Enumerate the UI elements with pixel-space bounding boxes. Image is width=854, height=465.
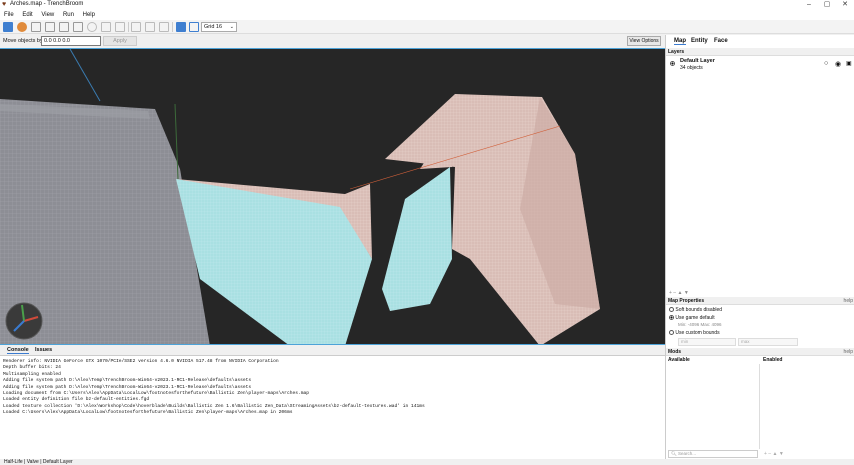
inspector-panel: Map Entity Face Layers Default Layer 34 … xyxy=(665,35,854,459)
available-mods-list[interactable] xyxy=(666,364,760,449)
help-link[interactable]: help xyxy=(844,348,853,356)
close-button[interactable]: ✕ xyxy=(836,0,854,10)
menu-bar: File Edit View Run Help xyxy=(0,10,854,20)
menu-edit[interactable]: Edit xyxy=(22,10,32,20)
grid-size-value: Grid 16 xyxy=(204,24,223,30)
flip-vertical-icon[interactable] xyxy=(159,22,169,32)
move-objects-input[interactable]: 0.0 0.0 0.0 xyxy=(41,36,101,46)
title-bar: ♥ Arches.map - TrenchBroom – ▢ ✕ xyxy=(0,0,854,10)
radio-icon xyxy=(669,307,674,313)
visibility-icon[interactable]: ◉ xyxy=(835,60,841,68)
chevron-down-icon: ⌄ xyxy=(229,24,234,30)
soft-bounds-disabled-option[interactable]: Soft bounds disabled xyxy=(669,307,722,313)
menu-help[interactable]: Help xyxy=(83,10,95,20)
radio-icon xyxy=(669,315,674,321)
help-link[interactable]: help xyxy=(844,297,853,305)
select-tool-icon[interactable] xyxy=(3,22,13,32)
map-properties-header: Map Properties help xyxy=(666,297,854,305)
option-label: Soft bounds disabled xyxy=(675,307,723,313)
menu-file[interactable]: File xyxy=(4,10,14,20)
min-bounds-input[interactable]: min xyxy=(678,338,736,346)
shear-tool-icon[interactable] xyxy=(115,22,125,32)
rotate-tool-icon[interactable] xyxy=(87,22,97,32)
menu-view[interactable]: View xyxy=(41,10,54,20)
available-mods-header: Available xyxy=(668,357,690,363)
texture-lock-icon[interactable] xyxy=(176,22,186,32)
cyan-pillar-brush xyxy=(382,167,452,311)
game-default-bounds: Min: -4096 Max: 4096 xyxy=(678,322,722,327)
view-options-button[interactable]: View Options xyxy=(627,36,661,46)
layer-row[interactable]: Default Layer 34 objects ○ ◉ ▣ xyxy=(666,57,854,73)
brush-tool-icon[interactable] xyxy=(17,22,27,32)
tab-console[interactable]: Console xyxy=(7,347,29,354)
option-label: Use game default xyxy=(675,315,715,321)
layer-controls[interactable]: + – ▲ ▼ xyxy=(669,290,689,296)
layer-object-count: 34 objects xyxy=(680,65,703,71)
max-bounds-input[interactable]: max xyxy=(738,338,798,346)
tab-map[interactable]: Map xyxy=(674,38,686,45)
layer-name: Default Layer xyxy=(680,58,715,64)
use-game-default-option[interactable]: Use game default xyxy=(669,315,715,321)
grid-size-select[interactable]: Grid 16 ⌄ xyxy=(201,22,237,32)
lock-icon[interactable]: ▣ xyxy=(846,60,852,67)
mod-controls[interactable]: + – ▲ ▼ xyxy=(764,451,784,457)
tab-face[interactable]: Face xyxy=(714,38,728,44)
console-tabs: Console Issues xyxy=(0,346,665,356)
lock-toggle-icon[interactable]: ○ xyxy=(824,60,828,67)
face-tool-icon[interactable] xyxy=(73,22,83,32)
enabled-mods-header: Enabled xyxy=(763,357,783,363)
layers-header: Layers xyxy=(666,48,854,56)
app-icon: ♥ xyxy=(2,1,7,8)
duplicate-icon[interactable] xyxy=(131,22,141,32)
status-bar: Half-Life | Valve | Default Layer xyxy=(0,459,854,465)
viewport-scene xyxy=(0,49,600,344)
move-objects-label: Move objects by xyxy=(3,38,43,44)
uv-lock-icon[interactable] xyxy=(189,22,199,32)
active-layer-radio[interactable] xyxy=(670,61,675,66)
clip-tool-icon[interactable] xyxy=(31,22,41,32)
minimize-button[interactable]: – xyxy=(800,0,818,10)
console-line: Loaded C:\Users\Alex\AppData\LocalLow\fo… xyxy=(3,410,293,416)
use-custom-bounds-option[interactable]: Use custom bounds xyxy=(669,330,720,336)
window-title: Arches.map - TrenchBroom xyxy=(10,1,84,7)
axis-line xyxy=(69,49,101,102)
apply-button[interactable]: Apply xyxy=(103,36,137,46)
enabled-mods-list[interactable] xyxy=(761,364,854,449)
tab-entity[interactable]: Entity xyxy=(691,38,708,44)
tab-issues[interactable]: Issues xyxy=(35,347,52,353)
maximize-button[interactable]: ▢ xyxy=(818,0,836,10)
toolbar-separator xyxy=(128,22,129,32)
map-properties-title: Map Properties xyxy=(668,298,705,304)
scale-tool-icon[interactable] xyxy=(101,22,111,32)
radio-icon xyxy=(669,330,674,336)
toolbar-separator xyxy=(172,22,173,32)
toolbar: Grid 16 ⌄ xyxy=(0,20,854,34)
option-label: Use custom bounds xyxy=(675,330,720,336)
console-output: Renderer info: NVIDIA GeForce GTX 1070/P… xyxy=(0,356,665,459)
search-placeholder: Search... xyxy=(677,451,696,456)
mods-title: Mods xyxy=(668,349,682,355)
vertex-tool-icon[interactable] xyxy=(45,22,55,32)
flip-horizontal-icon[interactable] xyxy=(145,22,155,32)
move-objects-bar: Move objects by 0.0 0.0 0.0 Apply View O… xyxy=(0,35,665,47)
3d-viewport[interactable] xyxy=(0,48,665,345)
mods-header: Mods help xyxy=(666,348,854,356)
search-icon: 🔍︎ xyxy=(671,451,677,456)
layers-title: Layers xyxy=(668,49,685,55)
edge-tool-icon[interactable] xyxy=(59,22,69,32)
menu-run[interactable]: Run xyxy=(63,10,74,20)
mods-search-input[interactable]: 🔍︎ Search... xyxy=(668,450,758,458)
